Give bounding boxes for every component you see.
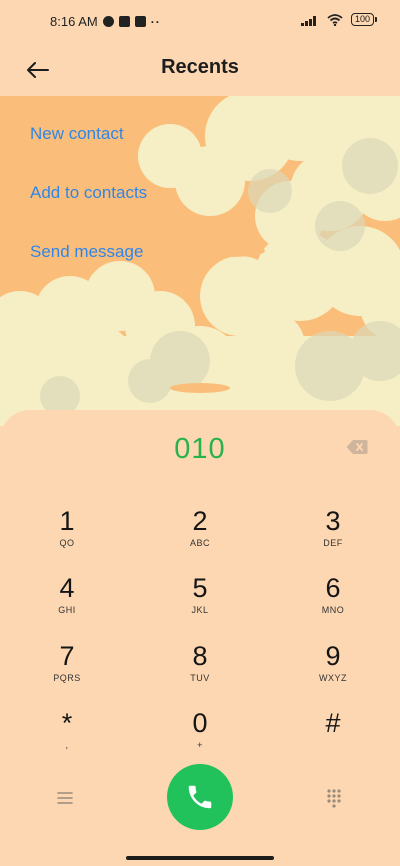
key-letters: WXYZ — [319, 673, 347, 683]
key-letters: DEF — [323, 538, 343, 548]
dial-key-8[interactable]: 8 TUV — [140, 641, 260, 703]
key-letters: PQRS — [53, 673, 81, 683]
key-digit: 9 — [325, 641, 341, 671]
new-contact-link[interactable]: New contact — [30, 124, 124, 144]
keypad-toggle-button[interactable] — [322, 786, 346, 810]
add-to-contacts-link[interactable]: Add to contacts — [30, 183, 147, 203]
backspace-icon — [346, 440, 368, 454]
key-letters: QO — [59, 538, 75, 548]
backspace-button[interactable] — [346, 439, 368, 455]
key-digit: 8 — [192, 641, 208, 671]
key-letters: TUV — [190, 673, 210, 683]
dial-key-hash[interactable]: # — [273, 708, 393, 770]
key-digit: 2 — [192, 506, 208, 536]
phone-icon — [188, 785, 212, 809]
app-header: Recents — [0, 44, 400, 96]
key-digit: 1 — [59, 506, 75, 536]
status-right: 100 — [300, 13, 378, 26]
dial-key-6[interactable]: 6 MNO — [273, 573, 393, 635]
key-letters: GHI — [58, 605, 76, 615]
wifi-icon — [327, 13, 343, 26]
key-digit: 6 — [325, 573, 341, 603]
key-letters: JKL — [191, 605, 209, 615]
key-letters: MNO — [321, 605, 345, 615]
key-digit: 7 — [59, 641, 75, 671]
notification-icon — [102, 16, 114, 27]
dial-key-3[interactable]: 3 DEF — [273, 506, 393, 568]
key-digit: 5 — [192, 573, 208, 603]
key-digit: # — [325, 708, 341, 738]
dial-key-0[interactable]: 0 + — [140, 708, 260, 770]
menu-button[interactable] — [52, 788, 78, 808]
key-digit: 3 — [325, 506, 341, 536]
dial-key-9[interactable]: 9 WXYZ — [273, 641, 393, 703]
status-time: 8:16 AM — [50, 14, 98, 29]
keypad-grid-icon — [327, 789, 341, 808]
dial-key-4[interactable]: 4 GHI — [7, 573, 127, 635]
dial-key-5[interactable]: 5 JKL — [140, 573, 260, 635]
battery-icon: 100 — [350, 13, 378, 26]
key-digit: 0 — [192, 708, 208, 738]
dial-key-2[interactable]: 2 ABC — [140, 506, 260, 568]
dialed-number: 010 — [174, 433, 226, 465]
key-letters: , — [65, 740, 69, 750]
dial-key-1[interactable]: 1 QO — [7, 506, 127, 568]
upload-icon — [134, 16, 146, 27]
status-left: 8:16 AM ·· — [50, 14, 161, 29]
key-letters: + — [197, 740, 203, 750]
signal-icon — [300, 15, 316, 26]
key-digit: * — [61, 708, 73, 738]
key-letters: ABC — [189, 538, 210, 548]
dial-key-star[interactable]: * , — [7, 708, 127, 770]
hamburger-menu-icon — [57, 792, 73, 804]
key-digit: 4 — [59, 573, 75, 603]
send-message-link[interactable]: Send message — [30, 242, 143, 262]
app-icon — [118, 16, 130, 27]
home-indicator[interactable] — [126, 856, 274, 860]
page-title: Recents — [161, 56, 239, 78]
dial-key-7[interactable]: 7 PQRS — [7, 641, 127, 703]
more-notifications-icon: ·· — [150, 14, 161, 29]
dialpad: 010 1 QO 2 ABC 3 DEF 4 GHI 5 JKL 6 MNO 7… — [0, 410, 400, 866]
status-bar: 8:16 AM ·· 100 — [0, 0, 400, 44]
call-button[interactable] — [167, 764, 233, 830]
